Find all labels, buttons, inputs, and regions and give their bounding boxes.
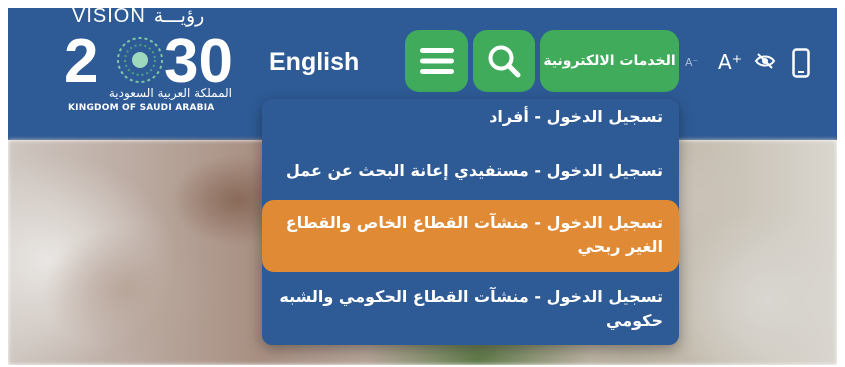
font-decrease-button[interactable]: A⁻ (685, 56, 698, 69)
search-icon (488, 45, 521, 78)
page-frame: VISION رؤيـــة 2 30 المملكة العربية السعو… (8, 8, 837, 365)
svg-text:2: 2 (64, 28, 98, 86)
vision-2030-logo[interactable]: VISION رؤيـــة 2 30 المملكة العربية السعو… (64, 8, 244, 118)
logo-vision-en: VISION (72, 8, 146, 27)
dropdown-item-government-sector[interactable]: تسجيل الدخول - منشآت القطاع الحكومي والش… (262, 285, 679, 333)
eye-slash-icon (754, 53, 776, 69)
logo-vision-ar: رؤيـــة (153, 8, 205, 27)
dropdown-item-job-seekers[interactable]: تسجيل الدخول - مستفيدي إعانة البحث عن عم… (262, 159, 679, 183)
contrast-toggle-button[interactable] (754, 52, 776, 74)
dropdown-item-individuals[interactable]: تسجيل الدخول - أفراد (262, 105, 679, 129)
mobile-app-button[interactable] (792, 48, 810, 82)
language-link[interactable]: English (269, 48, 359, 77)
mobile-phone-icon (792, 48, 810, 78)
logo-arabic-name: المملكة العربية السعودية (108, 86, 232, 100)
menu-button[interactable] (405, 30, 468, 92)
dropdown-item-private-sector[interactable]: تسجيل الدخول - منشآت القطاع الخاص والقطا… (262, 200, 679, 272)
logo-english-name: KINGDOM OF SAUDI ARABIA (68, 103, 215, 113)
svg-text:30: 30 (164, 28, 233, 86)
logo-vision-text: VISION رؤيـــة (72, 8, 204, 27)
login-dropdown-menu: تسجيل الدخول - أفراد تسجيل الدخول - مستف… (262, 99, 679, 345)
logo-2030-mark: 2 30 (64, 28, 233, 86)
search-button[interactable] (473, 30, 535, 92)
font-increase-button[interactable]: A⁺ (718, 50, 742, 74)
eservices-button[interactable]: الخدمات الالكترونية (540, 30, 679, 92)
hamburger-menu-icon (419, 48, 454, 74)
